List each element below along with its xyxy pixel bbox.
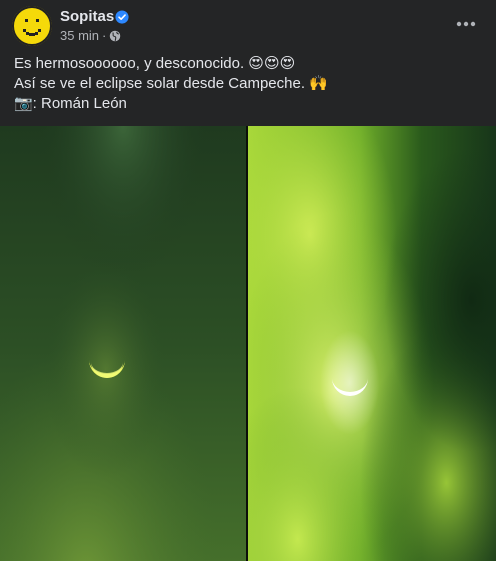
smiley-logo-icon [12, 6, 52, 46]
globe-icon[interactable] [109, 30, 121, 42]
page-name-link[interactable]: Sopitas [60, 8, 114, 25]
facebook-post: Sopitas 35 min · Es hermosoooooo, y desc… [0, 0, 496, 561]
more-options-icon [456, 21, 476, 27]
post-meta: 35 min · [60, 28, 121, 43]
post-header: Sopitas 35 min · [12, 6, 484, 46]
eclipse-photo-green-clouds [248, 126, 496, 561]
photo-2[interactable] [248, 126, 496, 561]
photo-grid [0, 126, 496, 561]
photo-1[interactable] [0, 126, 246, 561]
meta-separator: · [102, 28, 107, 43]
caption-line-1: Es hermosoooooo, y desconocido. 😍😍😍 [14, 55, 296, 72]
post-timestamp[interactable]: 35 min [60, 28, 99, 43]
more-options-button[interactable] [452, 10, 480, 38]
page-avatar[interactable] [12, 6, 52, 46]
caption-line-2: Así se ve el eclipse solar desde Campech… [14, 75, 328, 92]
post-caption: Es hermosoooooo, y desconocido. 😍😍😍 Así … [14, 54, 482, 114]
caption-line-3: 📷: Román León [14, 95, 127, 112]
verified-badge-icon [115, 10, 129, 24]
eclipse-photo-green-dark [0, 126, 246, 561]
